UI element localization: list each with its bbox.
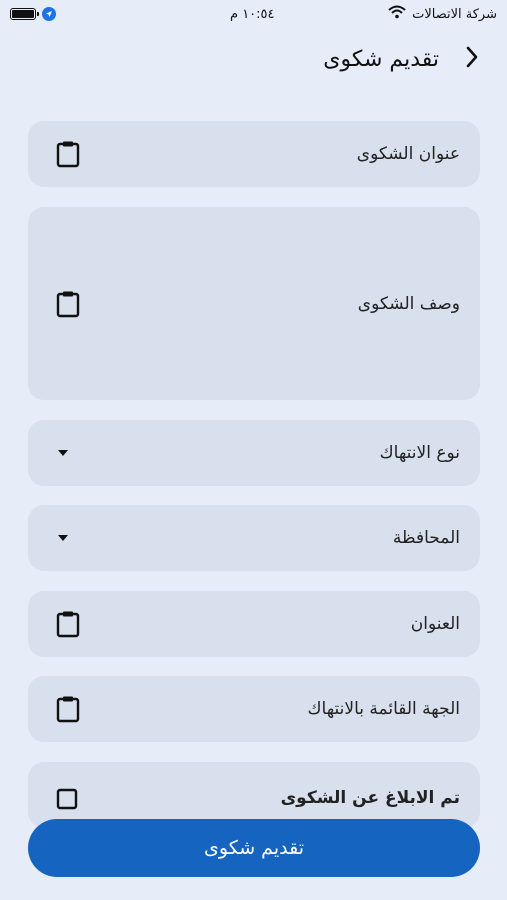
reported-label: تم الابلاغ عن الشكوى (280, 788, 460, 808)
complaint-title-label: عنوان الشكوى (356, 144, 460, 164)
status-time: ١٠:٥٤ م (230, 6, 275, 22)
clipboard-icon[interactable] (56, 695, 80, 723)
status-left (10, 7, 56, 21)
clipboard-icon[interactable] (56, 610, 80, 638)
clipboard-icon[interactable] (56, 290, 80, 318)
governorate-dropdown[interactable]: المحافظة (28, 505, 480, 571)
page-title: تقديم شكوى (323, 46, 439, 72)
violating-party-label: الجهة القائمة بالانتهاك (307, 699, 461, 719)
complaint-title-field[interactable]: عنوان الشكوى (28, 121, 480, 187)
carrier-name: شركة الاتصالات (412, 6, 497, 22)
address-label: العنوان (410, 614, 460, 634)
app-header: تقديم شكوى (0, 36, 507, 82)
violation-type-dropdown[interactable]: نوع الانتهاك (28, 420, 480, 486)
submit-complaint-button[interactable]: تقديم شكوى (28, 819, 480, 877)
complaint-description-field[interactable]: وصف الشكوى (28, 207, 480, 400)
back-button[interactable] (465, 45, 479, 73)
wifi-icon (388, 5, 406, 23)
status-bar: ١٠:٥٤ م شركة الاتصالات (0, 0, 507, 28)
battery-icon (10, 8, 39, 20)
caret-down-icon (56, 534, 70, 542)
caret-down-icon (56, 449, 70, 457)
violating-party-field[interactable]: الجهة القائمة بالانتهاك (28, 676, 480, 742)
checkbox-icon[interactable] (56, 788, 78, 810)
governorate-label: المحافظة (392, 528, 460, 548)
status-right: شركة الاتصالات (388, 5, 497, 23)
clipboard-icon[interactable] (56, 140, 80, 168)
address-field[interactable]: العنوان (28, 591, 480, 657)
complaint-description-label: وصف الشكوى (357, 293, 460, 314)
violation-type-label: نوع الانتهاك (379, 443, 460, 463)
location-icon (42, 7, 56, 21)
chevron-right-icon (465, 45, 479, 73)
